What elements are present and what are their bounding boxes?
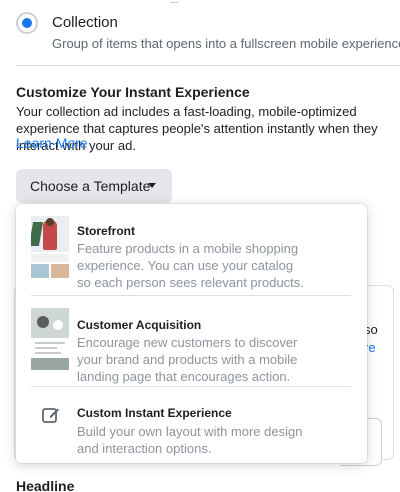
top-sliver <box>0 0 400 6</box>
collection-option[interactable]: Collection Group of items that opens int… <box>16 10 400 52</box>
menu-item-title: Storefront <box>77 224 135 238</box>
collection-option-title: Collection <box>52 14 118 31</box>
collection-radio-selected[interactable] <box>16 12 38 34</box>
storefront-thumbnail <box>31 216 69 278</box>
customer-acquisition-thumbnail <box>31 308 69 370</box>
instant-experience-heading: Customize Your Instant Experience <box>16 84 250 100</box>
menu-item-description: Build your own layout with more design a… <box>77 424 303 456</box>
menu-item-title: Customer Acquisition <box>77 318 202 332</box>
menu-item-custom-instant-experience[interactable]: Custom Instant Experience Build your own… <box>16 387 367 463</box>
learn-more-link[interactable]: Learn More <box>16 135 88 151</box>
divider <box>170 0 178 3</box>
collection-option-description: Group of items that opens into a fullscr… <box>52 36 400 51</box>
template-dropdown-menu: Storefront Feature products in a mobile … <box>16 204 367 463</box>
section-divider <box>16 65 400 66</box>
caret-down-icon <box>148 183 156 188</box>
menu-item-description: Encourage new customers to discover your… <box>77 335 298 384</box>
menu-item-storefront[interactable]: Storefront Feature products in a mobile … <box>16 204 367 296</box>
menu-item-description: Feature products in a mobile shopping ex… <box>77 241 304 290</box>
edit-icon <box>42 408 59 423</box>
choose-template-label: Choose a Template <box>30 178 151 194</box>
menu-item-customer-acquisition[interactable]: Customer Acquisition Encourage new custo… <box>16 296 367 386</box>
choose-template-button[interactable]: Choose a Template <box>16 169 172 203</box>
headline-label: Headline <box>16 478 75 492</box>
menu-item-title: Custom Instant Experience <box>77 406 232 420</box>
